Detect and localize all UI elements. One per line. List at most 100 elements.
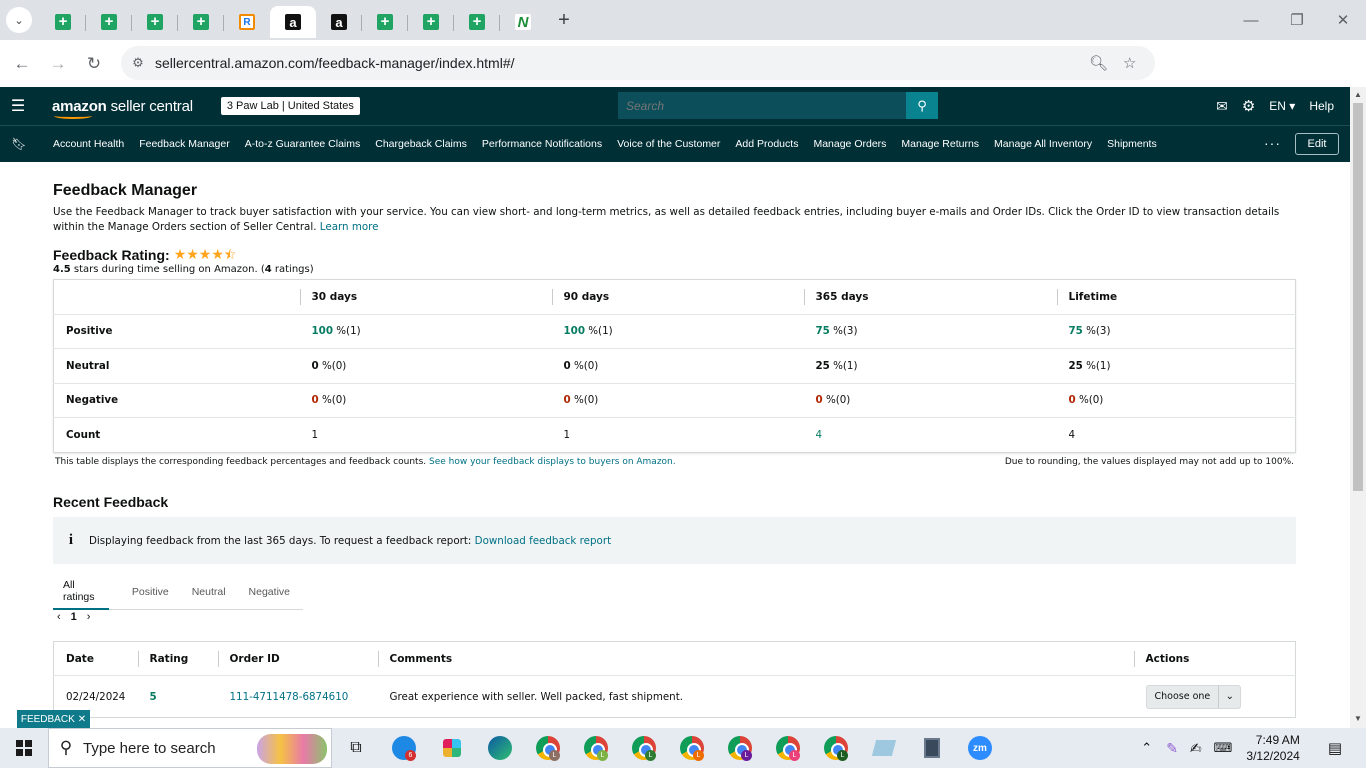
next-page-icon[interactable]: › <box>87 611 91 623</box>
search-input[interactable] <box>618 92 906 119</box>
browser-tab[interactable] <box>178 6 224 38</box>
mail-app-icon[interactable]: 6 <box>380 728 428 768</box>
metrics-header-row: 30 days 90 days 365 days Lifetime <box>54 280 1296 315</box>
clock[interactable]: 7:49 AM 3/12/2024 <box>1246 732 1299 764</box>
zoom-icon[interactable]: 🔍︎ <box>1089 54 1108 72</box>
chrome-profile-icon[interactable]: L <box>524 728 572 768</box>
order-id-link[interactable]: 111-4711478-6874610 <box>218 676 378 718</box>
nav-feedback-manager[interactable]: Feedback Manager <box>139 138 229 150</box>
browser-tab[interactable] <box>362 6 408 38</box>
chrome-profile-icon[interactable]: L <box>764 728 812 768</box>
browser-tab[interactable] <box>86 6 132 38</box>
feedback-comment: Great experience with seller. Well packe… <box>389 690 684 703</box>
scroll-up-icon[interactable]: ▲ <box>1354 90 1362 99</box>
scroll-down-icon[interactable]: ▼ <box>1354 714 1362 723</box>
back-icon[interactable]: ← <box>6 48 38 80</box>
nav-voice-of-customer[interactable]: Voice of the Customer <box>617 138 720 150</box>
search-icon[interactable]: ⚲ <box>906 92 938 119</box>
close-window-icon[interactable]: ✕ <box>1320 0 1366 40</box>
nav-account-health[interactable]: Account Health <box>53 138 124 150</box>
chrome-profile-icon[interactable]: L <box>620 728 668 768</box>
notepad-icon[interactable] <box>860 728 908 768</box>
current-page[interactable]: 1 <box>71 611 77 623</box>
nav-manage-orders[interactable]: Manage Orders <box>813 138 886 150</box>
language-selector[interactable]: EN ▾ <box>1269 99 1295 113</box>
tab-positive[interactable]: Positive <box>122 575 169 610</box>
nav-add-products[interactable]: Add Products <box>735 138 798 150</box>
chrome-profile-icon[interactable]: L <box>812 728 860 768</box>
gear-icon[interactable]: ⚙ <box>1242 97 1255 115</box>
metric-cell: 75 %(3) <box>803 313 1057 349</box>
metrics-col-90: 90 days <box>551 280 804 315</box>
tab-all-ratings[interactable]: All ratings <box>53 575 109 610</box>
restore-icon[interactable]: ❐ <box>1274 0 1320 40</box>
metric-cell: 0 %(0) <box>551 382 804 418</box>
hamburger-menu-icon[interactable]: ☰ <box>0 96 36 116</box>
task-view-icon[interactable]: ⧉ <box>332 728 380 768</box>
reload-icon[interactable]: ↻ <box>78 48 110 80</box>
pen-icon[interactable]: ✎ <box>1166 740 1178 757</box>
close-icon[interactable]: ✕ <box>78 714 86 725</box>
forward-icon[interactable]: → <box>42 48 74 80</box>
site-info-icon[interactable]: ⚙ <box>121 55 155 71</box>
nav-manage-inventory[interactable]: Manage All Inventory <box>994 138 1092 150</box>
keyboard-icon[interactable]: ⌨ <box>1214 740 1233 756</box>
taskbar-search[interactable]: ⚲ Type here to search <box>48 728 332 768</box>
col-order-id: Order ID <box>217 641 378 676</box>
nav-chargeback-claims[interactable]: Chargeback Claims <box>375 138 467 150</box>
minimize-icon[interactable]: — <box>1228 0 1274 40</box>
learn-more-link[interactable]: Learn more <box>320 221 379 233</box>
prev-page-icon[interactable]: ‹ <box>57 611 61 623</box>
feedback-display-link[interactable]: See how your feedback displays to buyers… <box>429 457 676 467</box>
metric-cell: 25 %(1) <box>803 348 1057 383</box>
browser-tab[interactable] <box>454 6 500 38</box>
store-selector[interactable]: 3 Paw Lab | United States <box>220 97 360 115</box>
browser-tab[interactable]: a <box>316 6 362 38</box>
browser-tab[interactable] <box>408 6 454 38</box>
browser-tab[interactable] <box>40 6 86 38</box>
chrome-profile-icon[interactable]: L <box>668 728 716 768</box>
edit-nav-button[interactable]: Edit <box>1295 133 1339 155</box>
feedback-table: Date Rating Order ID Comments Actions 02… <box>53 641 1296 718</box>
bookmark-icon[interactable]: 🔖︎ <box>0 137 38 151</box>
metrics-col-365: 365 days <box>803 280 1057 315</box>
nav-shipments[interactable]: Shipments <box>1107 138 1157 150</box>
address-bar[interactable]: ⚙ sellercentral.amazon.com/feedback-mana… <box>121 46 1155 80</box>
browser-tab[interactable]: N <box>500 6 546 38</box>
feedback-widget-button[interactable]: FEEDBACK ✕ <box>17 710 90 728</box>
metrics-row-label: Count <box>53 417 300 452</box>
browser-tab[interactable]: R <box>224 6 270 38</box>
choose-action-dropdown[interactable]: Choose one ⌄ <box>1145 684 1242 709</box>
zoom-app-icon[interactable]: zm <box>956 728 1004 768</box>
download-report-link[interactable]: Download feedback report <box>475 535 611 547</box>
seller-central-nav: 🔖︎ Account Health Feedback Manager A-to-… <box>0 125 1350 162</box>
scrollbar-thumb[interactable] <box>1353 103 1363 491</box>
stylus-icon[interactable]: ✍ <box>1190 740 1202 757</box>
browser-tab-active[interactable]: a <box>270 6 316 38</box>
calculator-icon[interactable] <box>908 728 956 768</box>
chevron-up-icon[interactable]: ⌃ <box>1141 740 1152 756</box>
tab-neutral[interactable]: Neutral <box>182 575 226 610</box>
nav-performance-notifications[interactable]: Performance Notifications <box>482 138 602 150</box>
seller-central-logo[interactable]: amazon seller central <box>52 98 193 119</box>
edge-icon[interactable] <box>476 728 524 768</box>
col-date: Date <box>53 641 138 676</box>
notifications-icon[interactable]: ▤ <box>1328 739 1342 757</box>
page-scrollbar[interactable]: ▲ ▼ <box>1350 87 1366 728</box>
sheets-icon <box>101 14 117 30</box>
windows-start-icon[interactable] <box>0 740 48 756</box>
table-row: 02/24/2024 5 111-4711478-6874610 Great e… <box>54 676 1296 718</box>
chrome-profile-icon[interactable]: L <box>572 728 620 768</box>
nav-a-to-z-claims[interactable]: A-to-z Guarantee Claims <box>245 138 361 150</box>
more-icon[interactable]: ··· <box>1264 135 1281 151</box>
browser-tab[interactable] <box>132 6 178 38</box>
help-link[interactable]: Help <box>1309 99 1334 113</box>
mail-icon[interactable]: ✉ <box>1216 98 1228 115</box>
chrome-profile-icon[interactable]: L <box>716 728 764 768</box>
slack-icon[interactable] <box>428 728 476 768</box>
new-tab-icon[interactable]: + <box>550 6 578 34</box>
nav-manage-returns[interactable]: Manage Returns <box>901 138 979 150</box>
bookmark-star-icon[interactable]: ☆ <box>1123 54 1136 72</box>
tab-search-dropdown-icon[interactable]: ⌄ <box>6 7 32 33</box>
tab-negative[interactable]: Negative <box>239 575 290 610</box>
